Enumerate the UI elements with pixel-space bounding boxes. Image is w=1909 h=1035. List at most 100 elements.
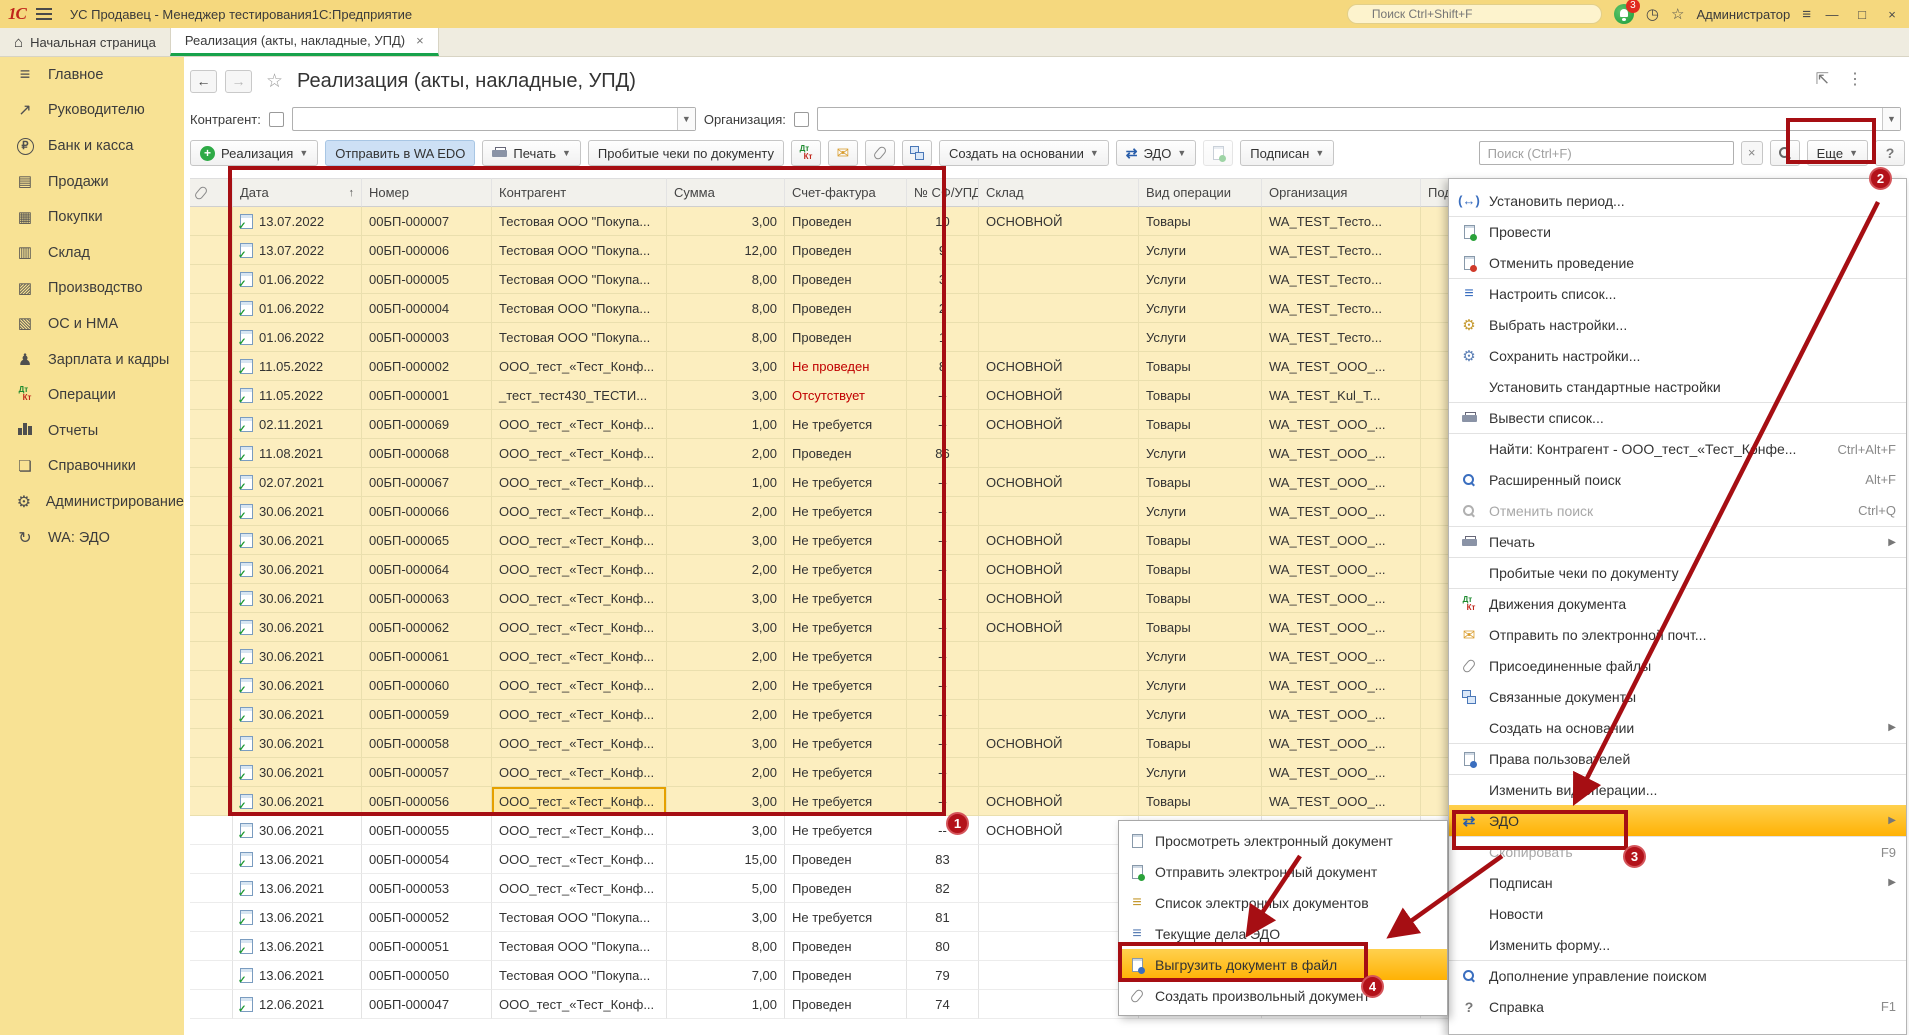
menu-item-установить-стандартные-настройки[interactable]: Установить стандартные настройки bbox=[1449, 371, 1906, 402]
table-cell[interactable]: 00БП-000060 bbox=[362, 671, 492, 700]
table-cell[interactable]: 12.06.2021 bbox=[233, 990, 362, 1019]
star-icon[interactable]: ☆ bbox=[266, 70, 283, 93]
table-cell[interactable]: WA_TEST_OOO_... bbox=[1262, 671, 1421, 700]
table-cell[interactable]: ООО_тест_«Тест_Конф... bbox=[492, 845, 667, 874]
table-cell[interactable]: ОСНОВНОЙ bbox=[979, 410, 1139, 439]
favorites-icon[interactable]: ☆ bbox=[1671, 7, 1684, 22]
table-cell[interactable]: 00БП-000054 bbox=[362, 845, 492, 874]
table-cell[interactable]: 00БП-000003 bbox=[362, 323, 492, 352]
table-cell[interactable] bbox=[190, 932, 233, 961]
table-cell[interactable]: 00БП-000066 bbox=[362, 497, 492, 526]
table-cell[interactable] bbox=[979, 903, 1139, 932]
table-cell[interactable]: 8 bbox=[907, 352, 979, 381]
chevron-down-icon[interactable]: ▼ bbox=[1882, 108, 1900, 130]
menu-item-вывести-список-[interactable]: Вывести список... bbox=[1449, 402, 1906, 433]
close-button[interactable]: × bbox=[1883, 7, 1901, 22]
table-row[interactable]: 01.06.202200БП-000005Тестовая ООО "Покуп… bbox=[190, 265, 1490, 294]
menu-item-отправить-по-электронной-почт-[interactable]: ✉Отправить по электронной почт... bbox=[1449, 619, 1906, 650]
sidebar-item-производство[interactable]: ▨Производство bbox=[0, 271, 184, 307]
table-cell[interactable]: Проведен bbox=[785, 874, 907, 903]
table-cell[interactable]: 2,00 bbox=[667, 642, 785, 671]
table-cell[interactable]: Услуги bbox=[1139, 497, 1262, 526]
table-cell[interactable]: 2,00 bbox=[667, 555, 785, 584]
document-movements-button[interactable]: ДтКт bbox=[791, 140, 821, 166]
table-cell[interactable]: Не требуется bbox=[785, 410, 907, 439]
table-cell[interactable] bbox=[190, 352, 233, 381]
table-cell[interactable]: ОСНОВНОЙ bbox=[979, 787, 1139, 816]
table-cell[interactable]: 00БП-000059 bbox=[362, 700, 492, 729]
table-cell[interactable]: Услуги bbox=[1139, 642, 1262, 671]
counterparty-filter-checkbox[interactable] bbox=[269, 112, 284, 127]
table-cell[interactable]: ООО_тест_«Тест_Конф... bbox=[492, 816, 667, 845]
table-cell[interactable] bbox=[190, 642, 233, 671]
table-cell[interactable]: 00БП-000063 bbox=[362, 584, 492, 613]
sidebar-item-операции[interactable]: ДтКтОперации bbox=[0, 377, 184, 413]
menu-item-выбрать-настройки-[interactable]: ⚙Выбрать настройки... bbox=[1449, 309, 1906, 340]
table-cell[interactable] bbox=[979, 874, 1139, 903]
table-cell[interactable]: 02.07.2021 bbox=[233, 468, 362, 497]
table-cell[interactable]: 01.06.2022 bbox=[233, 294, 362, 323]
table-cell[interactable]: 00БП-000004 bbox=[362, 294, 492, 323]
sidebar-item-ос-и-нма[interactable]: ▧ОС и НМА bbox=[0, 306, 184, 342]
table-cell[interactable]: 00БП-000051 bbox=[362, 932, 492, 961]
send-wa-edo-button[interactable]: Отправить в WA EDO bbox=[325, 140, 475, 166]
table-cell[interactable]: Тестовая ООО "Покупа... bbox=[492, 903, 667, 932]
more-button[interactable]: Еще ▼ bbox=[1807, 140, 1868, 166]
table-row[interactable]: 13.07.202200БП-000007Тестовая ООО "Покуп… bbox=[190, 207, 1490, 236]
table-cell[interactable]: Товары bbox=[1139, 352, 1262, 381]
table-cell[interactable]: 13.07.2022 bbox=[233, 236, 362, 265]
table-cell[interactable]: Не требуется bbox=[785, 642, 907, 671]
table-cell[interactable] bbox=[979, 323, 1139, 352]
table-cell[interactable]: 8,00 bbox=[667, 932, 785, 961]
table-cell[interactable]: Товары bbox=[1139, 787, 1262, 816]
table-cell[interactable]: 00БП-000064 bbox=[362, 555, 492, 584]
table-cell[interactable]: 00БП-000006 bbox=[362, 236, 492, 265]
table-cell[interactable]: 3,00 bbox=[667, 352, 785, 381]
table-cell[interactable]: 00БП-000052 bbox=[362, 903, 492, 932]
table-cell[interactable]: 3,00 bbox=[667, 613, 785, 642]
chevron-down-icon[interactable]: ▼ bbox=[677, 108, 695, 130]
table-cell[interactable]: 30.06.2021 bbox=[233, 816, 362, 845]
table-cell[interactable]: ОСНОВНОЙ bbox=[979, 555, 1139, 584]
menu-item-дополнение-управление-поиском[interactable]: Дополнение управление поиском bbox=[1449, 960, 1906, 991]
table-cell[interactable]: WA_TEST_Тесто... bbox=[1262, 265, 1421, 294]
table-cell[interactable]: ОСНОВНОЙ bbox=[979, 613, 1139, 642]
table-cell[interactable]: 81 bbox=[907, 903, 979, 932]
table-cell[interactable]: ООО_тест_«Тест_Конф... bbox=[492, 613, 667, 642]
table-cell[interactable]: ОСНОВНОЙ bbox=[979, 381, 1139, 410]
table-cell[interactable]: Не требуется bbox=[785, 758, 907, 787]
help-button[interactable]: ? bbox=[1875, 140, 1905, 166]
table-cell[interactable]: 30.06.2021 bbox=[233, 787, 362, 816]
table-cell[interactable]: 8,00 bbox=[667, 265, 785, 294]
table-cell[interactable]: -- bbox=[907, 671, 979, 700]
table-cell[interactable]: WA_TEST_OOO_... bbox=[1262, 352, 1421, 381]
table-cell[interactable]: 00БП-000005 bbox=[362, 265, 492, 294]
table-cell[interactable]: 00БП-000067 bbox=[362, 468, 492, 497]
table-cell[interactable]: 00БП-000058 bbox=[362, 729, 492, 758]
table-cell[interactable]: WA_TEST_OOO_... bbox=[1262, 439, 1421, 468]
table-row[interactable]: 30.06.202100БП-000058ООО_тест_«Тест_Конф… bbox=[190, 729, 1490, 758]
table-cell[interactable] bbox=[190, 294, 233, 323]
table-cell[interactable]: 8,00 bbox=[667, 323, 785, 352]
column-header-4[interactable]: Сумма bbox=[667, 178, 785, 207]
edo-button[interactable]: ⇄ ЭДО ▼ bbox=[1116, 140, 1196, 166]
table-cell[interactable]: 3 bbox=[907, 265, 979, 294]
table-cell[interactable]: 13.06.2021 bbox=[233, 932, 362, 961]
link-icon[interactable]: ⇱ bbox=[1816, 69, 1829, 89]
table-cell[interactable]: 01.06.2022 bbox=[233, 265, 362, 294]
table-cell[interactable]: 30.06.2021 bbox=[233, 700, 362, 729]
table-cell[interactable]: -- bbox=[907, 584, 979, 613]
table-cell[interactable] bbox=[979, 439, 1139, 468]
table-cell[interactable]: WA_TEST_OOO_... bbox=[1262, 758, 1421, 787]
table-cell[interactable]: Услуги bbox=[1139, 236, 1262, 265]
table-cell[interactable]: ОСНОВНОЙ bbox=[979, 729, 1139, 758]
maximize-button[interactable]: □ bbox=[1853, 7, 1871, 22]
menu-item-права-пользователей[interactable]: Права пользователей bbox=[1449, 743, 1906, 774]
column-header-5[interactable]: Счет-фактура bbox=[785, 178, 907, 207]
table-cell[interactable]: Товары bbox=[1139, 381, 1262, 410]
table-cell[interactable]: -- bbox=[907, 526, 979, 555]
table-row[interactable]: 30.06.202100БП-000062ООО_тест_«Тест_Конф… bbox=[190, 613, 1490, 642]
table-cell[interactable]: WA_TEST_Kul_T... bbox=[1262, 381, 1421, 410]
table-cell[interactable]: ООО_тест_«Тест_Конф... bbox=[492, 584, 667, 613]
sidebar-item-главное[interactable]: ≡Главное bbox=[0, 57, 184, 93]
